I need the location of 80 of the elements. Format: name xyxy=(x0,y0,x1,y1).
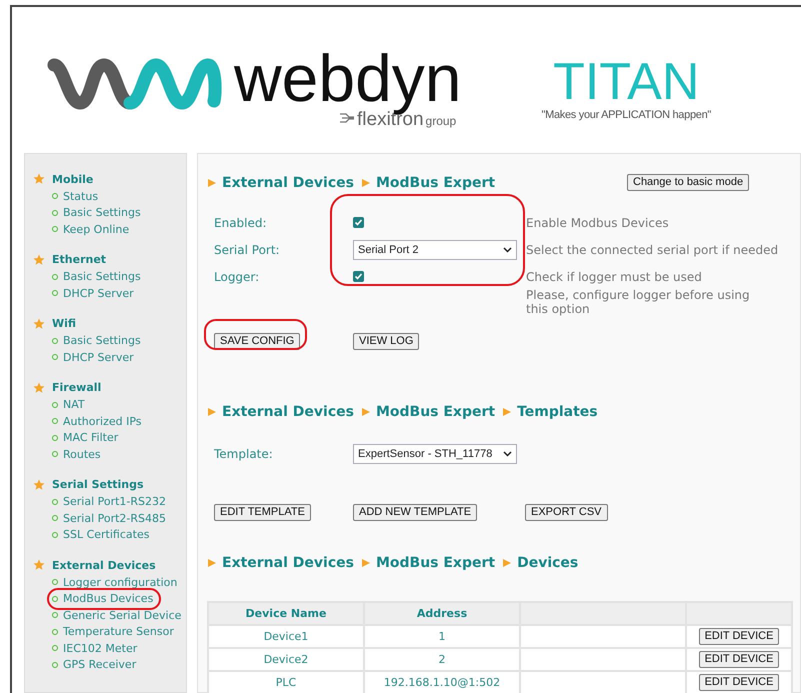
action-button[interactable]: EXPORT CSV xyxy=(525,504,608,521)
breadcrumb-item: ModBus Expert xyxy=(376,175,496,191)
checkbox[interactable] xyxy=(353,217,364,228)
action-button[interactable]: VIEW LOG xyxy=(353,333,420,350)
breadcrumb-item: Templates xyxy=(517,404,598,420)
field-label: Enabled: xyxy=(214,214,268,232)
column-header: Address xyxy=(364,602,520,625)
table-cell: Device1 xyxy=(208,625,364,648)
template-select[interactable]: ExpertSensor - STH_11778 xyxy=(353,444,517,464)
star-icon xyxy=(33,318,45,330)
sidebar-item[interactable]: Serial Port1-RS232 xyxy=(52,494,168,510)
sidebar-item[interactable]: NAT xyxy=(52,396,87,413)
star-icon xyxy=(33,173,45,185)
sidebar-section-title: Ethernet xyxy=(52,253,106,266)
group-label: group xyxy=(426,114,456,128)
sidebar-item[interactable]: Authorized IPs xyxy=(52,413,144,430)
field-label: Template: xyxy=(214,447,274,461)
edit-device-button[interactable]: EDIT DEVICE xyxy=(698,651,780,668)
field-hint: Enable Modbus Devices xyxy=(526,214,670,232)
breadcrumb-item: ModBus Expert xyxy=(376,555,496,571)
field-label: Logger: xyxy=(214,268,260,286)
breadcrumb-item: Devices xyxy=(517,555,578,571)
sidebar-item[interactable]: Basic Settings xyxy=(52,268,143,285)
sidebar-section-title: External Devices xyxy=(52,558,156,572)
checkbox[interactable] xyxy=(353,271,364,282)
column-header: Device Name xyxy=(208,602,364,625)
table-cell: PLC xyxy=(208,671,364,693)
star-icon xyxy=(33,254,45,266)
triangle-icon xyxy=(207,178,217,188)
triangle-icon xyxy=(360,407,371,417)
sidebar-item[interactable]: SSL Certificates xyxy=(52,526,152,543)
sidebar-item[interactable]: ModBus Devices xyxy=(50,590,158,607)
triangle-icon xyxy=(207,558,217,568)
triangle-icon xyxy=(502,407,512,417)
star-icon xyxy=(33,478,45,490)
edit-device-button[interactable]: EDIT DEVICE xyxy=(698,628,780,645)
action-button[interactable]: EDIT TEMPLATE xyxy=(214,504,311,521)
breadcrumb-item: ModBus Expert xyxy=(376,404,496,420)
triangle-icon xyxy=(360,178,371,188)
sidebar-item[interactable]: Temperature Sensor xyxy=(52,624,176,640)
breadcrumb-item: External Devices xyxy=(222,555,354,571)
sidebar-item[interactable]: DHCP Server xyxy=(52,349,136,366)
sidebar-item[interactable]: IEC102 Meter xyxy=(52,640,140,656)
triangle-icon xyxy=(207,407,217,417)
field-hint: Please, configure logger before using this option xyxy=(526,288,751,316)
sidebar-item[interactable]: Routes xyxy=(52,446,103,462)
sidebar-section-title: Wifi xyxy=(52,317,76,330)
table-cell: 1 xyxy=(364,625,520,648)
chevron-down-icon xyxy=(503,246,512,252)
sidebar-item[interactable]: DHCP Server xyxy=(52,285,136,302)
field-hint: Check if logger must be used xyxy=(526,268,703,286)
star-icon xyxy=(33,382,45,394)
field-hint: Select the connected serial port if needed xyxy=(526,242,780,258)
sidebar-item[interactable]: MAC Filter xyxy=(52,430,120,446)
basic-mode-button[interactable]: Change to basic mode xyxy=(627,174,750,191)
star-icon xyxy=(33,559,45,571)
field-label: Serial Port: xyxy=(214,242,281,258)
chevron-down-icon xyxy=(503,451,512,457)
table-cell: 2 xyxy=(364,648,520,671)
sidebar-item[interactable]: Generic Serial Device xyxy=(52,607,184,624)
sidebar-item[interactable]: Logger configuration xyxy=(52,574,180,590)
sidebar-item[interactable]: Basic Settings xyxy=(52,332,143,349)
sidebar-item[interactable]: Keep Online xyxy=(52,221,132,238)
sidebar-section-title: Serial Settings xyxy=(52,478,144,491)
sidebar-item[interactable]: Basic Settings xyxy=(52,204,143,221)
action-button[interactable]: ADD NEW TEMPLATE xyxy=(353,504,478,521)
sidebar-section-title: Firewall xyxy=(52,381,102,394)
breadcrumb-item: External Devices xyxy=(222,404,354,420)
breadcrumb-item: External Devices xyxy=(222,175,354,191)
product-name: TITAN xyxy=(553,55,700,109)
triangle-icon xyxy=(360,558,371,568)
sidebar-item[interactable]: Serial Port2-RS485 xyxy=(52,510,168,526)
sidebar-section-title: Mobile xyxy=(52,172,94,186)
sidebar-item[interactable]: GPS Receiver xyxy=(52,656,138,673)
triangle-icon xyxy=(502,558,512,568)
sidebar-item[interactable]: Status xyxy=(52,188,100,204)
tagline: "Makes your APPLICATION happen" xyxy=(542,109,711,121)
serial-port-select[interactable]: Serial Port 2 xyxy=(353,240,517,260)
table-cell: Device2 xyxy=(208,648,364,671)
edit-device-button[interactable]: EDIT DEVICE xyxy=(698,674,780,691)
